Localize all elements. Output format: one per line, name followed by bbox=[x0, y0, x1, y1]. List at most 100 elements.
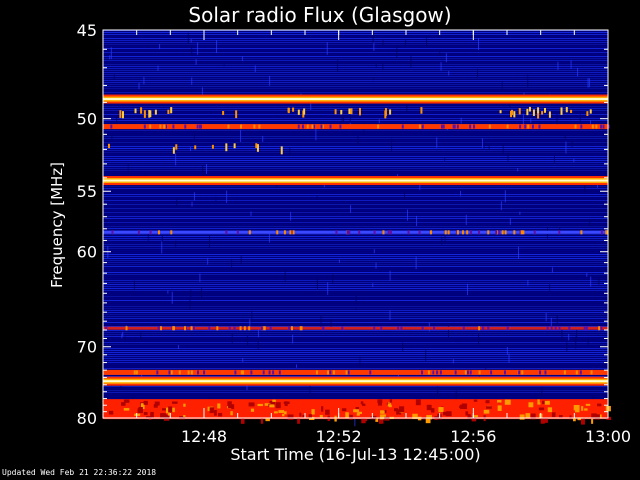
band-texture bbox=[236, 230, 239, 235]
spectrogram-row bbox=[103, 268, 608, 269]
spectrogram-speckle bbox=[337, 59, 339, 73]
spot bbox=[420, 107, 423, 114]
band-texture bbox=[602, 124, 605, 129]
spectrogram-speckle bbox=[406, 209, 408, 221]
band-texture bbox=[234, 370, 237, 375]
band-texture bbox=[579, 370, 582, 375]
band-texture bbox=[233, 326, 236, 331]
spectrogram-row bbox=[103, 236, 608, 237]
spectrogram-row bbox=[103, 334, 608, 335]
spot bbox=[359, 107, 362, 116]
spectrogram-row bbox=[103, 280, 608, 281]
spectrogram-speckle bbox=[110, 47, 112, 60]
band-texture bbox=[444, 230, 447, 235]
band-3 bbox=[103, 230, 608, 234]
spot bbox=[154, 109, 157, 115]
band-texture bbox=[265, 418, 270, 422]
band-texture bbox=[183, 403, 186, 407]
spectrogram-row bbox=[103, 70, 608, 71]
band-texture bbox=[178, 370, 181, 375]
spectrogram-speckle bbox=[171, 291, 173, 304]
band-texture bbox=[278, 370, 281, 375]
spectrogram-speckle bbox=[289, 147, 291, 156]
spectrogram-row bbox=[103, 324, 608, 325]
band-texture bbox=[497, 399, 502, 403]
spectrogram-speckle bbox=[518, 246, 520, 259]
spot bbox=[225, 143, 228, 152]
spot bbox=[235, 110, 238, 119]
spectrogram-speckle bbox=[189, 146, 191, 152]
spot bbox=[211, 144, 214, 149]
spectrogram-row bbox=[103, 318, 608, 319]
band-texture bbox=[143, 411, 148, 415]
band-texture bbox=[487, 230, 490, 235]
spectrogram-row bbox=[103, 254, 608, 255]
spectrogram-row bbox=[103, 32, 608, 33]
band-texture bbox=[361, 418, 366, 424]
spectrogram-speckle bbox=[566, 342, 568, 352]
spectrogram-speckle bbox=[206, 163, 208, 174]
spectrogram-speckle bbox=[402, 342, 404, 351]
band-texture bbox=[332, 370, 335, 375]
spectrogram-speckle bbox=[382, 62, 384, 70]
spectrogram-speckle bbox=[549, 284, 551, 291]
spectrogram-row bbox=[103, 332, 608, 333]
band-texture bbox=[190, 370, 193, 375]
band-texture bbox=[290, 326, 293, 331]
band-texture bbox=[436, 370, 439, 375]
spot bbox=[143, 110, 146, 118]
spectrogram-speckle bbox=[104, 213, 106, 222]
band-texture bbox=[341, 326, 344, 331]
spectrogram-row bbox=[103, 66, 608, 67]
band-texture bbox=[591, 413, 597, 418]
band-texture bbox=[292, 230, 295, 235]
band-texture bbox=[486, 406, 492, 409]
spectrogram-speckle bbox=[332, 274, 334, 285]
spectrogram-row bbox=[103, 354, 608, 355]
spectrogram-row bbox=[103, 116, 608, 117]
band-texture bbox=[501, 230, 504, 235]
band-texture bbox=[283, 411, 287, 415]
spot bbox=[134, 108, 137, 114]
spectrogram-row bbox=[103, 320, 608, 321]
band-texture bbox=[415, 399, 421, 406]
spectrogram-speckle bbox=[190, 289, 192, 298]
spectrogram-row bbox=[103, 342, 608, 343]
spectrogram-row bbox=[103, 186, 608, 187]
spectrogram-speckle bbox=[478, 333, 480, 345]
band-texture bbox=[111, 230, 114, 235]
band-texture bbox=[580, 418, 585, 425]
band-texture bbox=[469, 124, 472, 129]
spot bbox=[140, 107, 143, 114]
band-texture bbox=[591, 124, 594, 129]
band-texture bbox=[225, 230, 228, 235]
spectrogram-speckle bbox=[193, 192, 195, 201]
spot bbox=[287, 107, 290, 114]
spectrogram-row bbox=[103, 56, 608, 57]
band-texture bbox=[473, 399, 478, 402]
band-texture bbox=[431, 408, 435, 413]
spectrogram-row bbox=[103, 188, 608, 189]
spectrogram-speckle bbox=[588, 78, 590, 88]
band-texture bbox=[163, 124, 166, 129]
band-texture bbox=[253, 124, 256, 129]
spectrogram-row bbox=[103, 194, 608, 195]
band-texture bbox=[530, 413, 536, 420]
spectrogram-row bbox=[103, 108, 608, 109]
band-texture bbox=[575, 370, 578, 375]
spectrogram-speckle bbox=[575, 336, 577, 349]
spectrogram-speckle bbox=[476, 68, 478, 78]
band-texture bbox=[217, 403, 221, 409]
spectrogram-row bbox=[103, 228, 608, 229]
band-texture bbox=[200, 124, 203, 129]
spot bbox=[280, 146, 283, 155]
spectrogram-row bbox=[103, 118, 608, 119]
spectrogram-row bbox=[103, 360, 608, 361]
band-texture bbox=[231, 404, 235, 410]
band-texture bbox=[539, 370, 542, 375]
spectrogram-speckle bbox=[403, 192, 405, 200]
band-texture bbox=[172, 326, 175, 331]
spectrogram-row bbox=[103, 130, 608, 131]
spectrogram-row bbox=[103, 148, 608, 149]
band-texture bbox=[504, 399, 511, 405]
